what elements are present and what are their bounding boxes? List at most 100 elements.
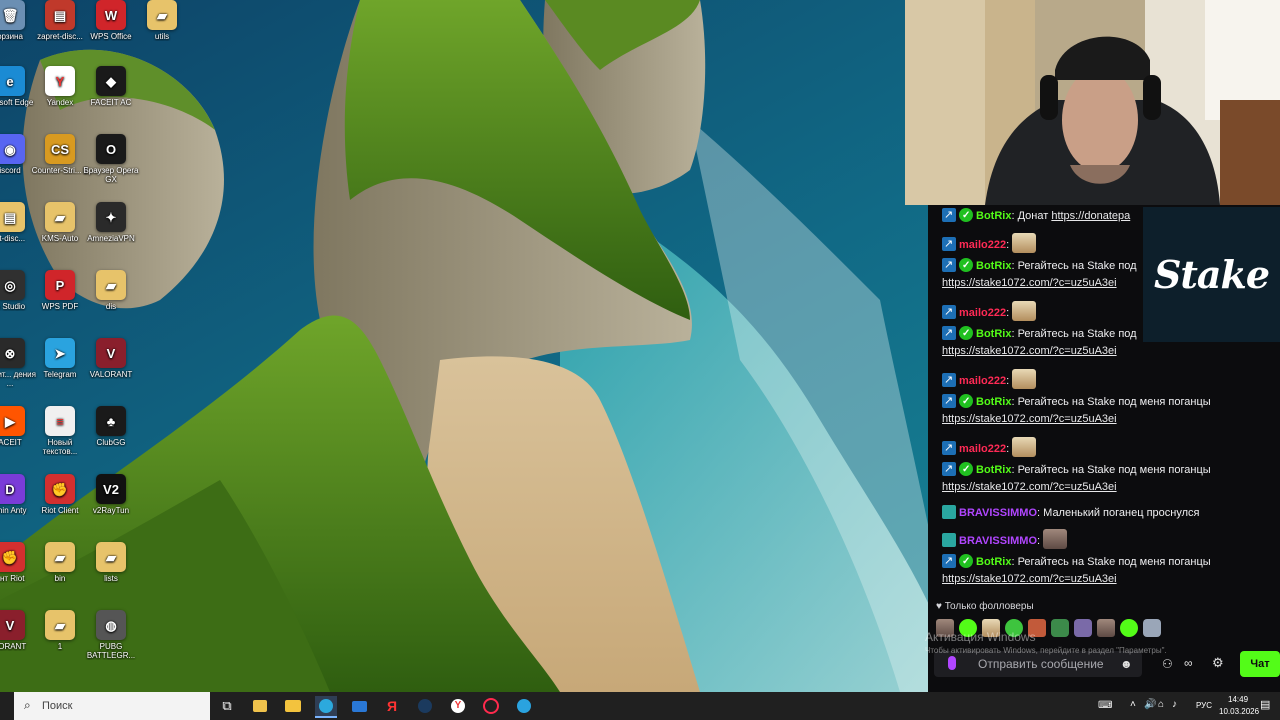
store-icon[interactable] [249, 696, 271, 716]
task-view-icon[interactable]: ⧉ [216, 696, 238, 716]
chat-message: BotRix: Регайтесь на Stake под меня пога… [942, 393, 1242, 428]
emote-icon[interactable] [959, 619, 977, 637]
desktop-icon-glyph: 🗑 [0, 0, 25, 30]
chat-username[interactable]: BotRix [976, 328, 1011, 340]
keyboard-icon[interactable]: ⌨ [1098, 700, 1112, 711]
clock-time[interactable]: 14:49 [1228, 695, 1248, 704]
desktop-icon-label: lists [104, 574, 118, 583]
emoji-icon[interactable]: ☻ [1120, 657, 1133, 671]
bot-badge-icon [942, 304, 956, 321]
desktop-icon-glyph: ≡ [45, 406, 75, 436]
chat-username[interactable]: BotRix [976, 210, 1011, 222]
stake-logo-text: Stake [1153, 252, 1270, 297]
desktop-icon-glyph: ▰ [96, 542, 126, 572]
desktop-icon[interactable]: V2 v2RayTun [81, 474, 141, 515]
file-explorer-icon[interactable] [282, 696, 304, 716]
emote-menu-icon[interactable]: ∞ [1184, 656, 1193, 670]
emote-icon[interactable] [1143, 619, 1161, 637]
desktop-icon-glyph: ✊ [45, 474, 75, 504]
chat-input[interactable]: Отправить сообщение ☻ [934, 651, 1142, 677]
chat-username[interactable]: BRAVISSIMMO [959, 507, 1037, 519]
chat-link[interactable]: https://stake1072.com/?c=uz5uA3ei [942, 277, 1117, 289]
chat-username[interactable]: mailo222 [959, 443, 1006, 455]
chat-text: Регайтесь на Stake под меня поганцы [1017, 396, 1211, 408]
desktop-icon-label: Браузер Opera GX [83, 166, 139, 184]
bot-badge-icon [942, 372, 956, 389]
desktop-icon[interactable]: ◆ FACEIT AC [81, 66, 141, 107]
chat-link[interactable]: https://stake1072.com/?c=uz5uA3ei [942, 481, 1117, 493]
chat-text: Регайтесь на Stake под меня поганцы [1017, 464, 1211, 476]
emote-icon[interactable] [1005, 619, 1023, 637]
emote-icon[interactable] [1028, 619, 1046, 637]
send-chat-button[interactable]: Чат [1240, 651, 1280, 677]
taskbar-search-box[interactable]: ⌕ Поиск [14, 692, 210, 720]
chat-username[interactable]: BotRix [976, 260, 1011, 272]
desktop-icon-label: PUBG BATTLEGR... [86, 642, 136, 660]
emote-icon[interactable] [1074, 619, 1092, 637]
desktop-icon[interactable]: ▰ utils [132, 0, 192, 41]
chat-username[interactable]: mailo222 [959, 307, 1006, 319]
desktop-icon-label: VALORANT [89, 370, 133, 379]
heart-icon: ♥ [936, 601, 942, 612]
network-icon[interactable]: ⌂ [1158, 699, 1164, 710]
desktop-icon-glyph: W [96, 0, 126, 30]
chevron-up-icon[interactable]: ˄ [1130, 699, 1136, 710]
desktop-icon-glyph: ◆ [96, 66, 126, 96]
desktop-icon[interactable]: ♣ ClubGG [81, 406, 141, 447]
mail-icon[interactable] [348, 696, 370, 716]
settings-gear-icon[interactable]: ⚙ [1212, 655, 1224, 671]
start-button[interactable] [0, 692, 14, 720]
edge-taskbar-icon[interactable] [315, 696, 337, 718]
speaker-icon[interactable]: ♪ [1172, 699, 1177, 710]
webcam-overlay [905, 0, 1280, 205]
desktop-icon-glyph: ▰ [45, 542, 75, 572]
mic-icon[interactable] [948, 656, 956, 670]
desktop-icon[interactable]: O Браузер Opera GX [81, 134, 141, 184]
chat-link[interactable]: https://donatepa [1051, 210, 1130, 222]
desktop-icon-glyph: e [0, 66, 25, 96]
chat-text: Регайтесь на Stake под [1017, 328, 1137, 340]
telegram-taskbar-icon[interactable] [513, 696, 535, 716]
chat-username[interactable]: BotRix [976, 396, 1011, 408]
chat-username[interactable]: BotRix [976, 556, 1011, 568]
emote-icon[interactable] [936, 619, 954, 637]
language-indicator[interactable]: РУС [1196, 701, 1212, 710]
chat-message: mailo222: [942, 437, 1242, 458]
desktop-icon-glyph: ➤ [45, 338, 75, 368]
chat-username[interactable]: BotRix [976, 464, 1011, 476]
emote-icon[interactable] [1097, 619, 1115, 637]
steam-icon[interactable] [414, 696, 436, 716]
chat-username[interactable]: mailo222 [959, 239, 1006, 251]
desktop-icon-glyph: Y [45, 66, 75, 96]
desktop-icon[interactable]: ▰ dis [81, 270, 141, 311]
desktop-icon[interactable]: ◍ PUBG BATTLEGR... [81, 610, 141, 660]
chat-username[interactable]: mailo222 [959, 375, 1006, 387]
emote-icon[interactable] [1051, 619, 1069, 637]
desktop-icon-glyph: V [0, 610, 25, 640]
bot-badge-icon [942, 207, 956, 224]
desktop-icon-glyph: ▰ [96, 270, 126, 300]
desktop-icon[interactable]: ▰ lists [81, 542, 141, 583]
opera-gx-icon[interactable] [480, 696, 502, 716]
emote-icon[interactable] [982, 619, 1000, 637]
desktop-icon[interactable]: V VALORANT [81, 338, 141, 379]
chat-input-placeholder: Отправить сообщение [978, 657, 1104, 671]
chat-link[interactable]: https://stake1072.com/?c=uz5uA3ei [942, 573, 1117, 585]
chat-link[interactable]: https://stake1072.com/?c=uz5uA3ei [942, 413, 1117, 425]
verified-badge-icon [959, 207, 973, 224]
emote-icon[interactable] [1120, 619, 1138, 637]
notification-icon[interactable]: ▤ [1260, 698, 1270, 711]
chat-link[interactable]: https://stake1072.com/?c=uz5uA3ei [942, 345, 1117, 357]
volume-icon[interactable]: 🔊 [1144, 699, 1156, 710]
desktop-icon-glyph: ▰ [147, 0, 177, 30]
chat-input-bar: Отправить сообщение ☻ ⚇ ∞ ⚙ Чат [934, 649, 1280, 679]
verified-badge-icon [959, 553, 973, 570]
yandex-browser-icon[interactable]: Я [381, 696, 403, 716]
followers-only-label: Только фолловеры [944, 601, 1034, 612]
chat-username[interactable]: BRAVISSIMMO [959, 535, 1037, 547]
desktop-icon[interactable]: ✦ AmneziaVPN [81, 202, 141, 243]
search-icon: ⌕ [24, 698, 31, 712]
yandex-icon[interactable]: Y [447, 696, 469, 716]
clock-date[interactable]: 10.03.2026 [1219, 707, 1259, 716]
chat-users-icon[interactable]: ⚇ [1162, 657, 1173, 671]
